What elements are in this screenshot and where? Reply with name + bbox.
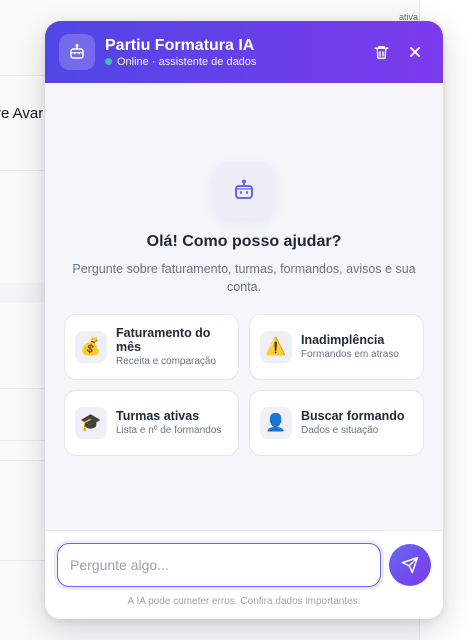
send-icon bbox=[401, 556, 419, 574]
chat-status: Online · assistente de dados bbox=[105, 55, 361, 69]
chat-status-text: Online · assistente de dados bbox=[117, 55, 257, 68]
warning-icon: ⚠️ bbox=[260, 331, 292, 363]
chat-header: Partiu Formatura IA Online · assistente … bbox=[45, 21, 443, 83]
suggestion-description: Formandos em atraso bbox=[301, 349, 399, 360]
clear-chat-button[interactable] bbox=[367, 38, 395, 66]
suggestion-inadimplencia[interactable]: ⚠️ Inadimplência Formandos em atraso bbox=[249, 314, 424, 380]
chat-footer: A IA pode cometer erros. Confira dados i… bbox=[45, 530, 443, 619]
suggestion-description: Receita e comparação bbox=[116, 356, 217, 367]
online-dot-icon bbox=[105, 58, 112, 65]
money-bag-icon: 💰 bbox=[75, 331, 107, 363]
trash-icon bbox=[373, 45, 389, 59]
close-chat-button[interactable] bbox=[401, 38, 429, 66]
suggestion-title: Buscar formando bbox=[301, 409, 405, 423]
chat-panel: Partiu Formatura IA Online · assistente … bbox=[45, 21, 443, 619]
suggestion-turmas-ativas[interactable]: 🎓 Turmas ativas Lista e nº de formandos bbox=[64, 390, 239, 456]
chat-body: Olá! Como posso ajudar? Pergunte sobre f… bbox=[45, 83, 443, 530]
person-icon: 👤 bbox=[260, 407, 292, 439]
ai-disclaimer: A IA pode cometer erros. Confira dados i… bbox=[127, 596, 361, 607]
assistant-avatar bbox=[214, 162, 274, 218]
suggestion-title: Turmas ativas bbox=[116, 409, 200, 423]
chat-title: Partiu Formatura IA bbox=[105, 36, 255, 54]
close-icon bbox=[410, 47, 420, 57]
suggestion-title: Inadimplência bbox=[301, 333, 385, 347]
robot-icon bbox=[59, 34, 95, 70]
welcome-title: Olá! Como posso ajudar? bbox=[146, 233, 342, 250]
chat-message-input[interactable] bbox=[57, 543, 381, 587]
graduation-cap-icon: 🎓 bbox=[75, 407, 107, 439]
welcome-subtitle: Pergunte sobre faturamento, turmas, form… bbox=[72, 262, 416, 294]
suggestion-description: Lista e nº de formandos bbox=[116, 425, 222, 436]
suggestion-faturamento[interactable]: 💰 Faturamento do mês Receita e comparaçã… bbox=[64, 314, 239, 380]
suggestion-title: Faturamento do mês bbox=[116, 326, 211, 354]
background-row-text: re Avar bbox=[0, 105, 44, 122]
suggestion-description: Dados e situação bbox=[301, 425, 379, 436]
robot-icon bbox=[235, 179, 253, 199]
send-button[interactable] bbox=[389, 544, 431, 586]
suggestion-buscar-formando[interactable]: 👤 Buscar formando Dados e situação bbox=[249, 390, 424, 456]
suggestion-grid: 💰 Faturamento do mês Receita e comparaçã… bbox=[64, 314, 424, 456]
